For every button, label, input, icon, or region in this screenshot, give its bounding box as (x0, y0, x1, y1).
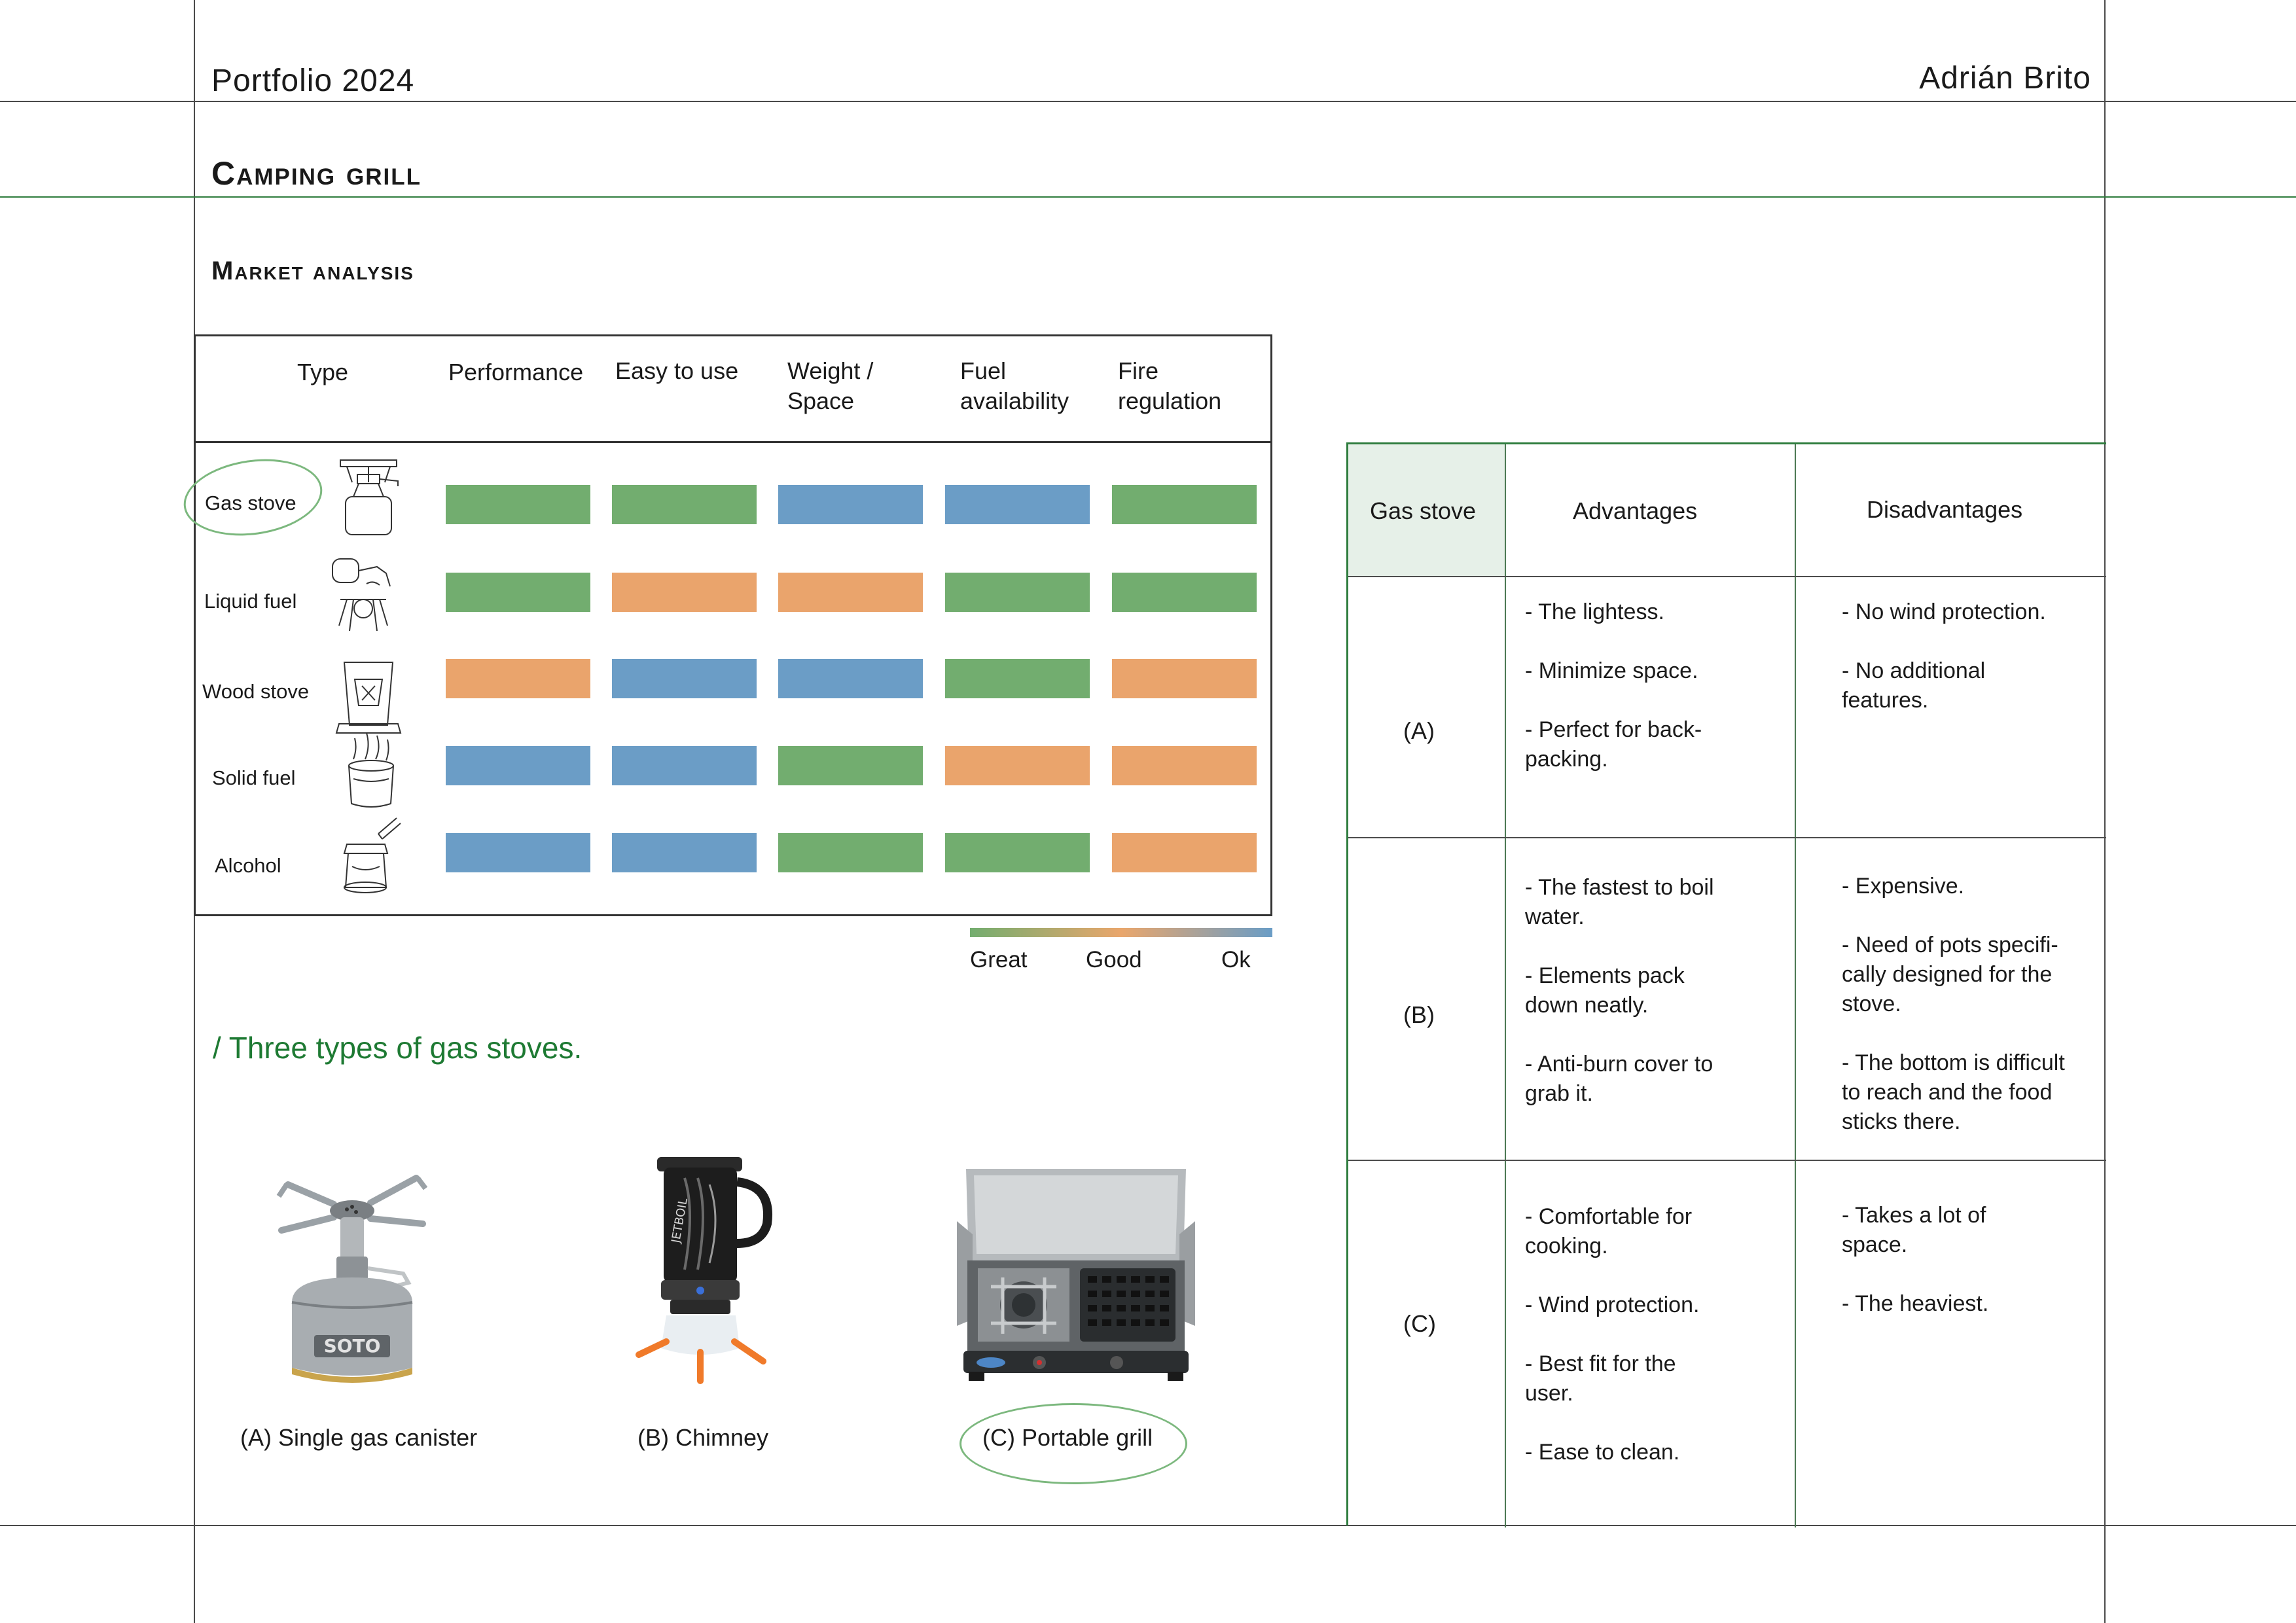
rating-bar (945, 573, 1090, 612)
row-label-a: (A) (1403, 717, 1435, 744)
rating-bar (446, 485, 590, 524)
row-label-b: (B) (1403, 1001, 1435, 1028)
rating-bar (446, 833, 590, 872)
rating-legend-gradient (970, 928, 1272, 937)
rating-bar (945, 485, 1090, 524)
liquid-fuel-icon (332, 558, 391, 632)
row-label-c: (C) (1403, 1310, 1436, 1337)
col-header-type: Type (297, 359, 349, 385)
grid-line-header (0, 101, 2296, 102)
disadvantages-header: Disadvantages (1867, 496, 2023, 523)
caption-single-gas-canister: (A) Single gas canister (240, 1424, 478, 1451)
rating-bar (945, 746, 1090, 785)
col-header-fuel-availability: Fuel availability (960, 357, 1069, 414)
row-divider-top (1348, 442, 2106, 444)
rating-bar (945, 659, 1090, 698)
alcohol-stove-icon (343, 817, 401, 893)
chimney-stove-image: JETBOIL (636, 1157, 772, 1384)
row-divider-a (1348, 837, 2106, 838)
solid-fuel-icon (348, 732, 394, 808)
advantages-c: - Comfortable for cooking. - Wind protec… (1525, 1204, 1700, 1465)
rating-bar (612, 573, 757, 612)
col-divider-2 (1795, 444, 1796, 1527)
rating-bar (1112, 573, 1257, 612)
page-title: Camping grill (211, 155, 422, 192)
row-label-wood-stove: Wood stove (202, 680, 310, 703)
rating-bar (612, 659, 757, 698)
rating-bar (612, 833, 757, 872)
rating-bar (446, 573, 590, 612)
grid-line-right (2104, 0, 2106, 1623)
row-label-liquid-fuel: Liquid fuel (204, 590, 297, 613)
grid-line-title (0, 196, 2296, 198)
gas-stoves-heading: / Three types of gas stoves. (213, 1031, 583, 1065)
rating-bar (1112, 746, 1257, 785)
legend-ok-label: Ok (1221, 947, 1251, 972)
author-name: Adrián Brito (1919, 61, 2091, 96)
row-label-alcohol: Alcohol (215, 854, 281, 877)
col-header-fire-regulation: Fire regulation (1118, 357, 1222, 414)
rating-bar (1112, 659, 1257, 698)
col-header-weight-space: Weight / Space (787, 357, 874, 414)
rating-bar (446, 659, 590, 698)
caption-chimney: (B) Chimney (637, 1424, 769, 1451)
single-gas-canister-image: SOTO (276, 1175, 428, 1383)
col-divider-1 (1505, 444, 1506, 1527)
disadvantages-c: - Takes a lot of space. - The heaviest. (1842, 1203, 1989, 1316)
rating-bar (945, 833, 1090, 872)
rating-bar (778, 659, 923, 698)
rating-bar (446, 746, 590, 785)
portable-grill-image (957, 1169, 1195, 1381)
section-title: Market analysis (211, 257, 414, 285)
rating-bar (778, 833, 923, 872)
row-label-solid-fuel: Solid fuel (212, 766, 296, 789)
legend-great-label: Great (970, 947, 1028, 972)
gas-stove-icon (340, 459, 399, 535)
rating-bar (778, 485, 923, 524)
table-header-divider (194, 441, 1272, 443)
portfolio-label: Portfolio 2024 (211, 63, 415, 98)
advantages-a: - The lightess. - Minimize space. - Perf… (1525, 599, 1702, 772)
rating-bar (1112, 833, 1257, 872)
advantages-b: - The fastest to boil water. - Elements … (1525, 875, 1714, 1106)
rating-bar (778, 573, 923, 612)
portable-grill-highlight-circle (960, 1403, 1187, 1484)
col-header-performance: Performance (448, 359, 584, 385)
wood-stove-icon (335, 662, 402, 734)
row-divider-b (1348, 1160, 2106, 1161)
disadvantages-b: - Expensive. - Need of pots specifi- cal… (1842, 874, 2065, 1134)
rating-bar (612, 746, 757, 785)
disadvantages-a: - No wind protection. - No additional fe… (1842, 599, 2046, 713)
rating-bar (778, 746, 923, 785)
canister-brand-text: SOTO (324, 1335, 381, 1357)
corner-label-gas-stove: Gas stove (1370, 497, 1477, 524)
advantages-header: Advantages (1573, 497, 1698, 524)
legend-good-label: Good (1086, 947, 1142, 972)
rating-bar (612, 485, 757, 524)
row-divider-head (1348, 576, 2106, 577)
col-header-easy-to-use: Easy to use (615, 357, 739, 384)
rating-bar (1112, 485, 1257, 524)
